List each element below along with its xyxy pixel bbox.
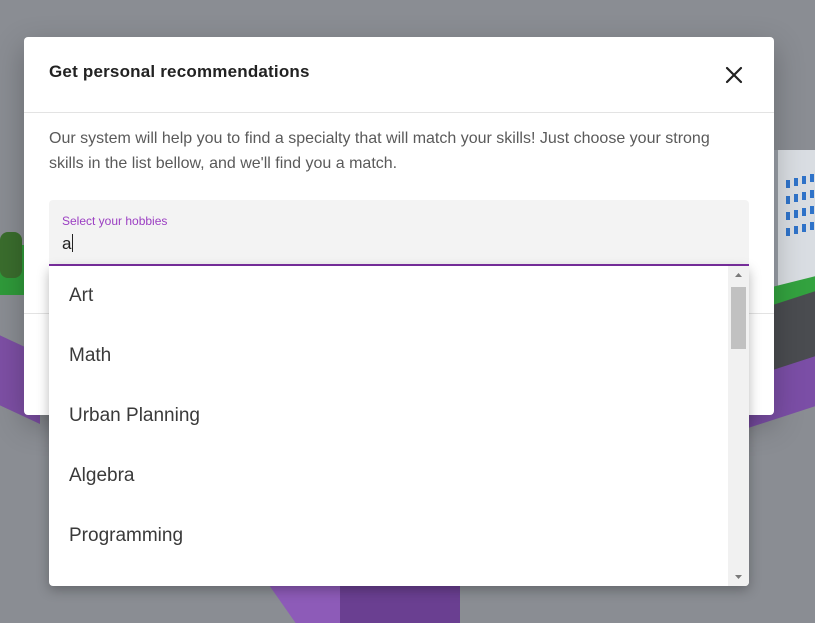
- dialog-title: Get personal recommendations: [49, 62, 310, 81]
- scrollbar-thumb[interactable]: [731, 287, 746, 349]
- dropdown-option-programming[interactable]: Programming: [49, 506, 729, 566]
- scroll-up-button[interactable]: [728, 266, 749, 283]
- scene-tree: [0, 232, 22, 278]
- dialog-header: Get personal recommendations: [24, 37, 774, 113]
- dialog-description: Our system will help you to find a speci…: [49, 130, 710, 172]
- text-caret: [72, 234, 74, 252]
- triangle-down-icon: [735, 575, 742, 579]
- scroll-down-button[interactable]: [728, 569, 749, 586]
- hobbies-search-input[interactable]: a: [62, 234, 74, 254]
- dropdown-option-urban-planning[interactable]: Urban Planning: [49, 386, 729, 446]
- hobbies-select-field[interactable]: Select your hobbies a: [49, 200, 749, 266]
- dropdown-option-math[interactable]: Math: [49, 326, 729, 386]
- scene-block: [340, 586, 460, 623]
- close-icon: [725, 66, 743, 84]
- dropdown-option-art[interactable]: Art: [49, 266, 729, 326]
- option-label: Algebra: [69, 465, 135, 486]
- option-label: Math: [69, 345, 112, 366]
- hobbies-input-value: a: [62, 234, 72, 253]
- dropdown-option-algebra[interactable]: Algebra: [49, 446, 729, 506]
- close-button[interactable]: [721, 62, 747, 88]
- option-label: Art: [69, 285, 94, 306]
- option-label: Urban Planning: [69, 405, 200, 426]
- triangle-up-icon: [735, 273, 742, 277]
- hobbies-dropdown-list: Art Math Urban Planning Algebra Programm…: [49, 266, 749, 586]
- option-label: Programming: [69, 525, 184, 546]
- dropdown-scrollbar[interactable]: [728, 266, 749, 586]
- hobbies-field-label: Select your hobbies: [62, 214, 168, 228]
- scene-building: [772, 150, 815, 290]
